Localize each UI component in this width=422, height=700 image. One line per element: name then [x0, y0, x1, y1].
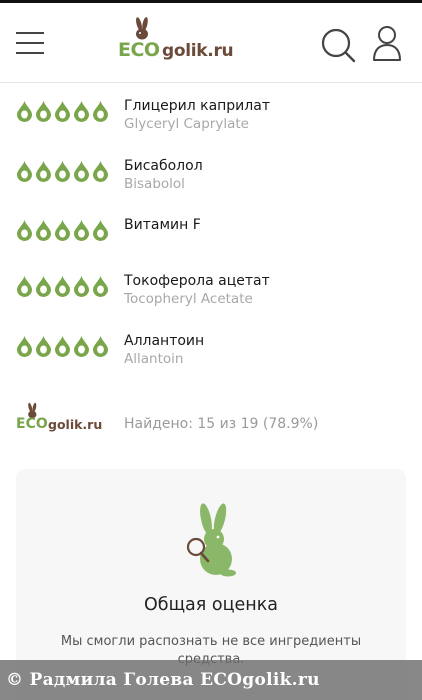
ingredient-name-en: Tocopheryl Acetate — [124, 291, 253, 307]
ingredient-name-ru: Бисаболол — [124, 158, 203, 174]
drop-icon — [16, 219, 33, 241]
safety-rating — [16, 275, 109, 297]
drop-icon — [35, 100, 52, 122]
card-title: Общая оценка — [144, 595, 278, 615]
drop-icon — [35, 160, 52, 182]
site-logo[interactable]: ECO golik.ru — [118, 17, 248, 69]
mini-logo-golik: golik.ru — [48, 417, 103, 432]
ingredient-name-en: Bisabolol — [124, 176, 185, 192]
drop-icon — [54, 219, 71, 241]
drop-icon — [73, 335, 90, 357]
mini-logo: ECO golik.ru — [16, 402, 108, 436]
search-icon[interactable] — [320, 27, 356, 63]
drop-icon — [16, 335, 33, 357]
drop-icon — [73, 100, 90, 122]
drop-icon — [54, 335, 71, 357]
ingredient-name-ru: Глицерил каприлат — [124, 98, 270, 114]
ingredient-row[interactable]: Аллантоин Allantoin — [0, 319, 422, 369]
drop-icon — [16, 275, 33, 297]
user-icon[interactable] — [372, 25, 402, 61]
drop-icon — [35, 275, 52, 297]
drop-icon — [92, 160, 109, 182]
watermark-text: © Радмила Голева ECOgolik.ru — [6, 670, 320, 690]
drop-icon — [54, 100, 71, 122]
logo-eco-text: ECO — [118, 39, 160, 61]
ingredient-name-ru: Витамин F — [124, 217, 201, 233]
ingredient-name-en: Glyceryl Caprylate — [124, 116, 249, 132]
drop-icon — [73, 160, 90, 182]
safety-rating — [16, 100, 109, 122]
ingredient-row[interactable]: Токоферола ацетат Tocopheryl Acetate — [0, 259, 422, 309]
found-summary: ECO golik.ru Найдено: 15 из 19 (78.9%) — [0, 398, 422, 444]
mini-logo-eco: ECO — [16, 416, 48, 432]
ingredient-name-en: Allantoin — [124, 351, 184, 367]
ingredient-name-ru: Токоферола ацетат — [124, 273, 270, 289]
drop-icon — [73, 275, 90, 297]
drop-icon — [35, 219, 52, 241]
watermark: © Радмила Голева ECOgolik.ru — [0, 660, 422, 700]
safety-rating — [16, 335, 109, 357]
drop-icon — [92, 335, 109, 357]
safety-rating — [16, 160, 109, 182]
drop-icon — [92, 100, 109, 122]
ingredient-row[interactable]: Глицерил каприлат Glyceryl Caprylate — [0, 84, 422, 134]
ingredient-row[interactable]: Бисаболол Bisabolol — [0, 144, 422, 194]
drop-icon — [54, 275, 71, 297]
drop-icon — [92, 219, 109, 241]
drop-icon — [16, 160, 33, 182]
drop-icon — [16, 100, 33, 122]
drop-icon — [92, 275, 109, 297]
found-count: Найдено: 15 из 19 (78.9%) — [124, 416, 319, 432]
drop-icon — [73, 219, 90, 241]
site-header: ECO golik.ru — [0, 3, 422, 83]
ingredient-row[interactable]: Витамин F — [0, 203, 422, 253]
bunny-icon — [186, 503, 236, 577]
safety-rating — [16, 219, 109, 241]
drop-icon — [35, 335, 52, 357]
ingredient-name-ru: Аллантоин — [124, 333, 205, 349]
logo-golik-text: golik.ru — [162, 41, 234, 61]
hamburger-icon[interactable] — [16, 31, 44, 55]
drop-icon — [54, 160, 71, 182]
